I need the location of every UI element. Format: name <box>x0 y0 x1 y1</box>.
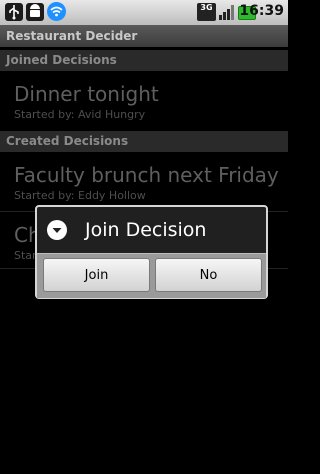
list-item[interactable]: Faculty brunch next Friday Started by: E… <box>0 153 288 209</box>
signal-icon <box>218 3 236 21</box>
list-item-subtitle: Started by: Avid Hungry <box>14 108 146 121</box>
join-button[interactable]: Join <box>43 258 150 292</box>
network-label: 3G <box>200 3 213 12</box>
list-item-subtitle: Started by: Eddy Hollow <box>14 189 146 202</box>
status-bar: 3G 16:39 <box>0 0 288 25</box>
dialog-title: Join Decision <box>85 219 207 241</box>
list-item-subtitle: Star <box>14 249 37 262</box>
section-header-created: Created Decisions <box>0 131 288 152</box>
section-header-joined: Joined Decisions <box>0 50 288 71</box>
dialog-header: Join Decision <box>37 207 266 253</box>
clock: 16:39 <box>239 3 284 19</box>
list-item-title: Dinner tonight <box>14 82 159 106</box>
app-title: Restaurant Decider <box>6 29 138 43</box>
dialog-button-bar: Join No <box>37 253 266 298</box>
list-item[interactable]: Dinner tonight Started by: Avid Hungry <box>0 72 288 128</box>
chevron-down-icon <box>47 220 67 240</box>
section-header-label: Created Decisions <box>6 134 129 148</box>
join-decision-dialog: Join Decision Join No <box>35 205 268 299</box>
wifi-icon <box>47 2 66 21</box>
app-title-bar: Restaurant Decider <box>0 25 288 47</box>
android-icon <box>26 3 44 21</box>
no-button[interactable]: No <box>155 258 262 292</box>
section-header-label: Joined Decisions <box>6 53 117 67</box>
usb-icon <box>5 3 23 21</box>
threeg-icon: 3G <box>197 3 216 21</box>
list-item-title: Faculty brunch next Friday <box>14 163 279 187</box>
